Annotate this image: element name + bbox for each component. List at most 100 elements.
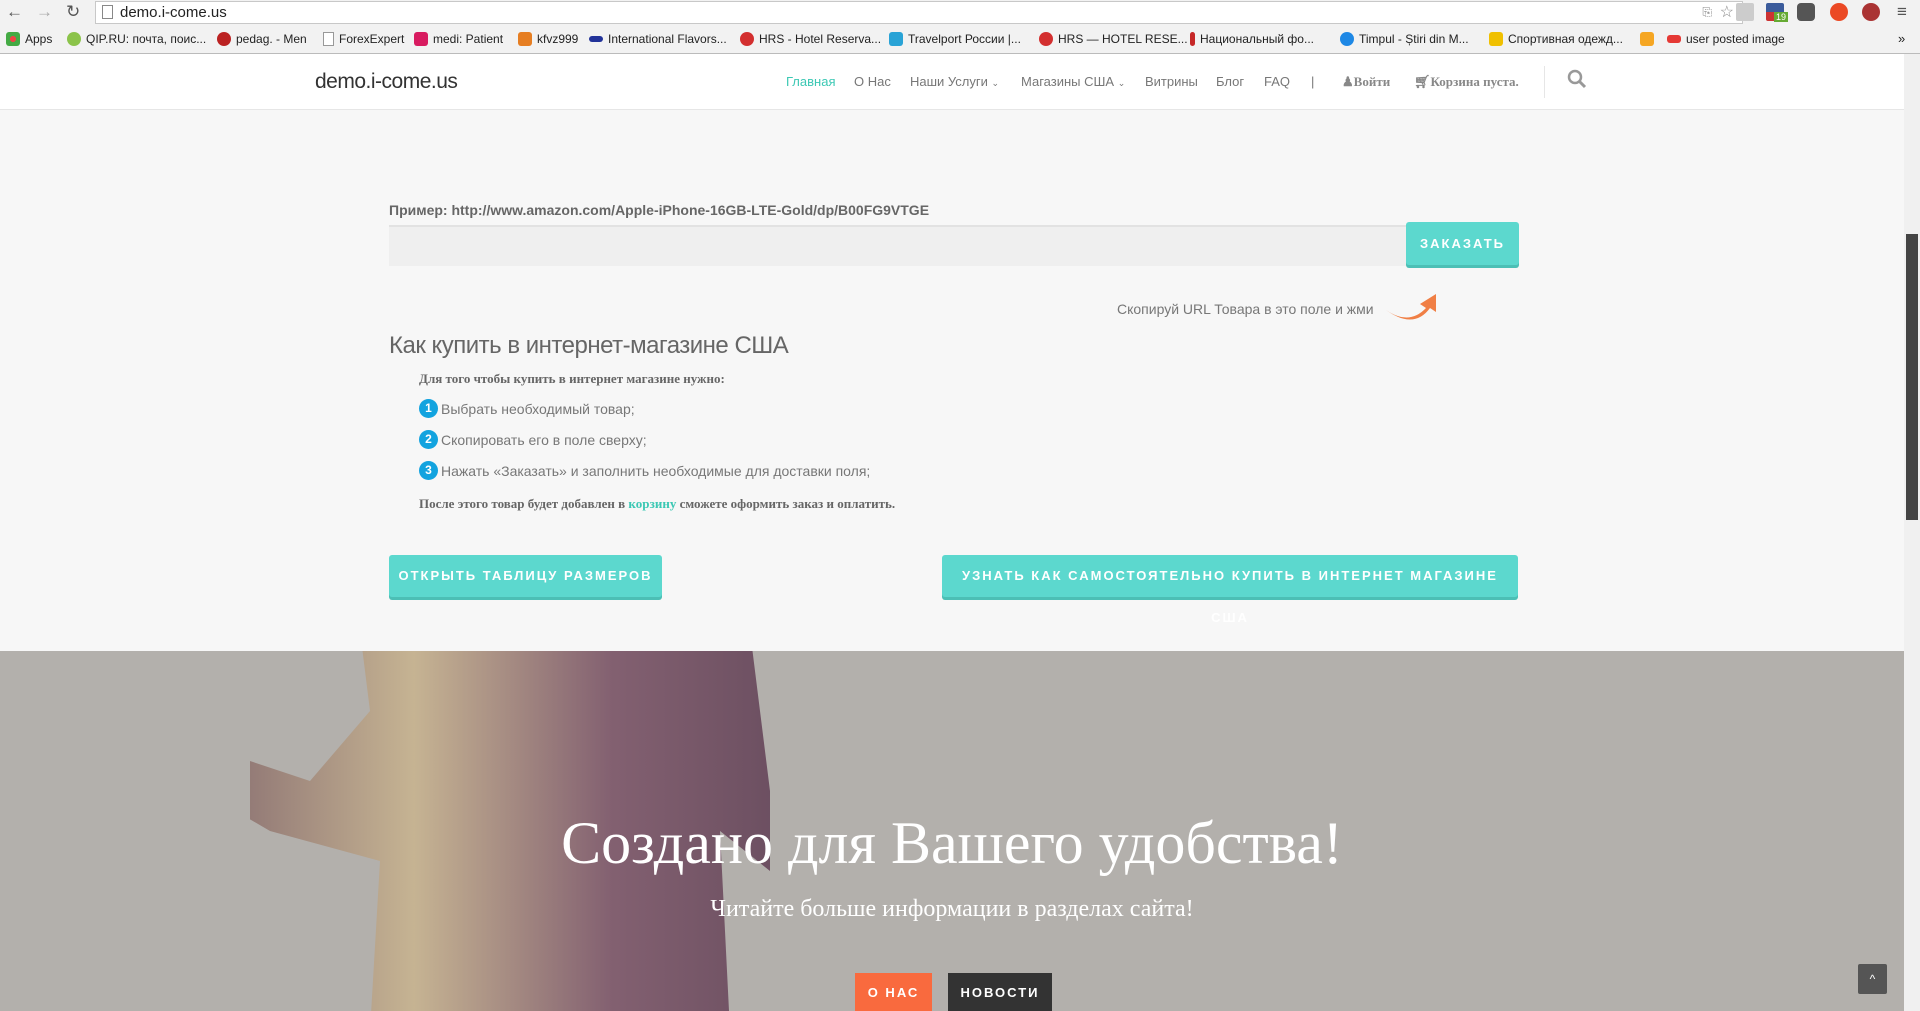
menu-icon[interactable]: ≡ (1897, 2, 1907, 22)
nav-faq[interactable]: FAQ (1264, 74, 1290, 89)
size-table-button[interactable]: ОТКРЫТЬ ТАБЛИЦУ РАЗМЕРОВ (389, 555, 662, 597)
scrollbar-thumb[interactable] (1906, 234, 1918, 520)
chevron-down-icon: ⌄ (991, 78, 1000, 88)
nav-blog[interactable]: Блог (1216, 74, 1244, 89)
url-text: demo.i-come.us (120, 4, 227, 21)
bookmark-label: QIP.RU: почта, поис... (86, 32, 207, 46)
step-text: Нажать «Заказать» и заполнить необходимы… (441, 462, 871, 479)
howto-heading: Как купить в интернет-магазине США (389, 332, 789, 359)
order-button[interactable]: ЗАКАЗАТЬ (1406, 222, 1519, 265)
nav-label: Наши Услуги (910, 74, 988, 89)
bookmark-item[interactable]: Travelport России |... (889, 32, 1021, 46)
nav-separator: | (1311, 74, 1315, 89)
bookmark-icon (67, 32, 81, 46)
howto-step: 1 Выбрать необходимый товар; (419, 399, 635, 418)
bookmark-item[interactable]: HRS — HOTEL RESE... (1039, 32, 1188, 46)
bookmark-icon (518, 32, 532, 46)
reload-icon[interactable]: ↻ (66, 2, 80, 22)
cart-icon: 🛒︎ (1414, 74, 1431, 89)
nav-about[interactable]: О Нас (854, 74, 891, 89)
more-bookmarks-button[interactable]: » (1898, 31, 1905, 46)
bookmark-item[interactable]: ForexExpert (323, 32, 404, 46)
bookmark-item[interactable]: International Flavors... (589, 32, 727, 46)
bookmark-icon (1640, 32, 1654, 46)
bookmark-item[interactable] (1640, 32, 1654, 46)
nav-login[interactable]: ♟Войти (1342, 74, 1390, 90)
example-url-text: Пример: http://www.amazon.com/Apple-iPho… (389, 202, 930, 218)
bookmark-item[interactable]: Apps (6, 32, 52, 46)
bookmark-icon (589, 36, 603, 42)
bookmarks-bar: Apps QIP.RU: почта, поис... pedag. - Men… (0, 25, 1920, 54)
bookmark-icon (740, 32, 754, 46)
step-number-badge: 1 (419, 399, 438, 418)
back-icon[interactable]: ← (6, 2, 23, 22)
search-icon[interactable] (1567, 69, 1587, 94)
bookmark-label: Apps (25, 32, 53, 46)
bookmark-label: Travelport России |... (908, 32, 1021, 46)
bookmark-label: HRS - Hotel Reserva... (759, 32, 882, 46)
browser-toolbar: ← → ↻ demo.i-come.us ☆ ⎘ 19 ≡ (0, 0, 1920, 25)
user-icon: ♟ (1342, 74, 1354, 89)
nav-cart[interactable]: 🛒︎Корзина пуста. (1414, 74, 1519, 90)
nav-home[interactable]: Главная (786, 74, 835, 89)
cart-link[interactable]: корзину (628, 496, 676, 511)
bookmark-label: International Flavors... (608, 32, 727, 46)
stumbleupon-icon[interactable] (1830, 3, 1848, 21)
extension-tabs-icon[interactable]: 19 (1766, 3, 1789, 22)
bookmark-item[interactable]: HRS - Hotel Reserva... (740, 32, 881, 46)
about-button[interactable]: О НАС (855, 973, 932, 1011)
bookmark-item[interactable]: medi: Patient (414, 32, 503, 46)
bookmark-label: Спортивная одежд... (1508, 32, 1623, 46)
learn-how-button[interactable]: УЗНАТЬ КАК САМОСТОЯТЕЛЬНО КУПИТЬ В ИНТЕР… (942, 555, 1518, 625)
page-icon (102, 5, 113, 19)
extension-record-icon[interactable] (1862, 3, 1880, 21)
page-icon (323, 32, 334, 46)
bookmark-item[interactable]: kfvz999 (518, 32, 578, 46)
product-url-input[interactable] (389, 225, 1406, 266)
forward-icon[interactable]: → (36, 2, 53, 22)
howto-intro: Для того чтобы купить в интернет магазин… (419, 371, 725, 386)
bookmark-icon (414, 32, 428, 46)
nav-label: Магазины США (1021, 74, 1115, 89)
bookmark-item[interactable]: Спортивная одежд... (1489, 32, 1623, 46)
bookmark-icon (1190, 32, 1195, 46)
extension-badge: 19 (1774, 12, 1789, 22)
nav-services[interactable]: Наши Услуги ⌄ (910, 74, 999, 89)
bookmark-icon (1667, 35, 1681, 43)
hero-title: Создано для Вашего удобства! (561, 810, 1343, 876)
bookmark-label: kfvz999 (537, 32, 579, 46)
divider (1544, 66, 1545, 98)
howto-step: 3 Нажать «Заказать» и заполнить необходим… (419, 461, 870, 480)
bookmark-item[interactable]: Национальный фо... (1190, 32, 1314, 46)
address-bar[interactable]: demo.i-come.us ☆ ⎘ (95, 1, 1743, 24)
site-header: demo.i-come.us Главная О Нас Наши Услуги… (0, 54, 1904, 110)
bookmark-label: Timpul - Știri din M... (1359, 32, 1469, 46)
howto-after-text: После этого товар будет добавлен в корзи… (419, 496, 895, 512)
bookmark-icon (889, 32, 903, 46)
bookmark-item[interactable]: pedag. - Men (217, 32, 307, 46)
hero-banner: Создано для Вашего удобства! Читайте бол… (0, 651, 1904, 1011)
bookmark-item[interactable]: user posted image (1667, 32, 1785, 46)
extension-in-icon[interactable] (1736, 3, 1754, 21)
bookmark-item[interactable]: Timpul - Știri din M... (1340, 32, 1469, 46)
star-icon[interactable]: ☆ (1720, 2, 1734, 23)
url-hint-text: Скопируй URL Товара в это поле и жми (1117, 301, 1374, 317)
nav-label: Войти (1353, 74, 1391, 89)
step-number-badge: 3 (419, 461, 438, 480)
translate-icon[interactable]: ⎘ (1702, 2, 1712, 23)
bookmark-icon (1489, 32, 1503, 46)
bookmark-label: HRS — HOTEL RESE... (1058, 32, 1188, 46)
nav-us-stores[interactable]: Магазины США ⌄ (1021, 74, 1125, 89)
bookmark-icon (217, 32, 231, 46)
nav-showcases[interactable]: Витрины (1145, 74, 1198, 89)
pocket-icon[interactable] (1797, 3, 1815, 21)
bookmark-item[interactable]: QIP.RU: почта, поис... (67, 32, 206, 46)
bookmark-label: pedag. - Men (236, 32, 307, 46)
site-logo[interactable]: demo.i-come.us (315, 70, 458, 94)
news-button[interactable]: НОВОСТИ (948, 973, 1052, 1011)
back-to-top-button[interactable]: ^ (1858, 964, 1887, 994)
page-scrollbar[interactable] (1904, 54, 1920, 1011)
step-text: Выбрать необходимый товар; (441, 400, 635, 417)
bookmark-label: Национальный фо... (1200, 32, 1314, 46)
nav-label: Корзина пуста. (1430, 74, 1519, 89)
